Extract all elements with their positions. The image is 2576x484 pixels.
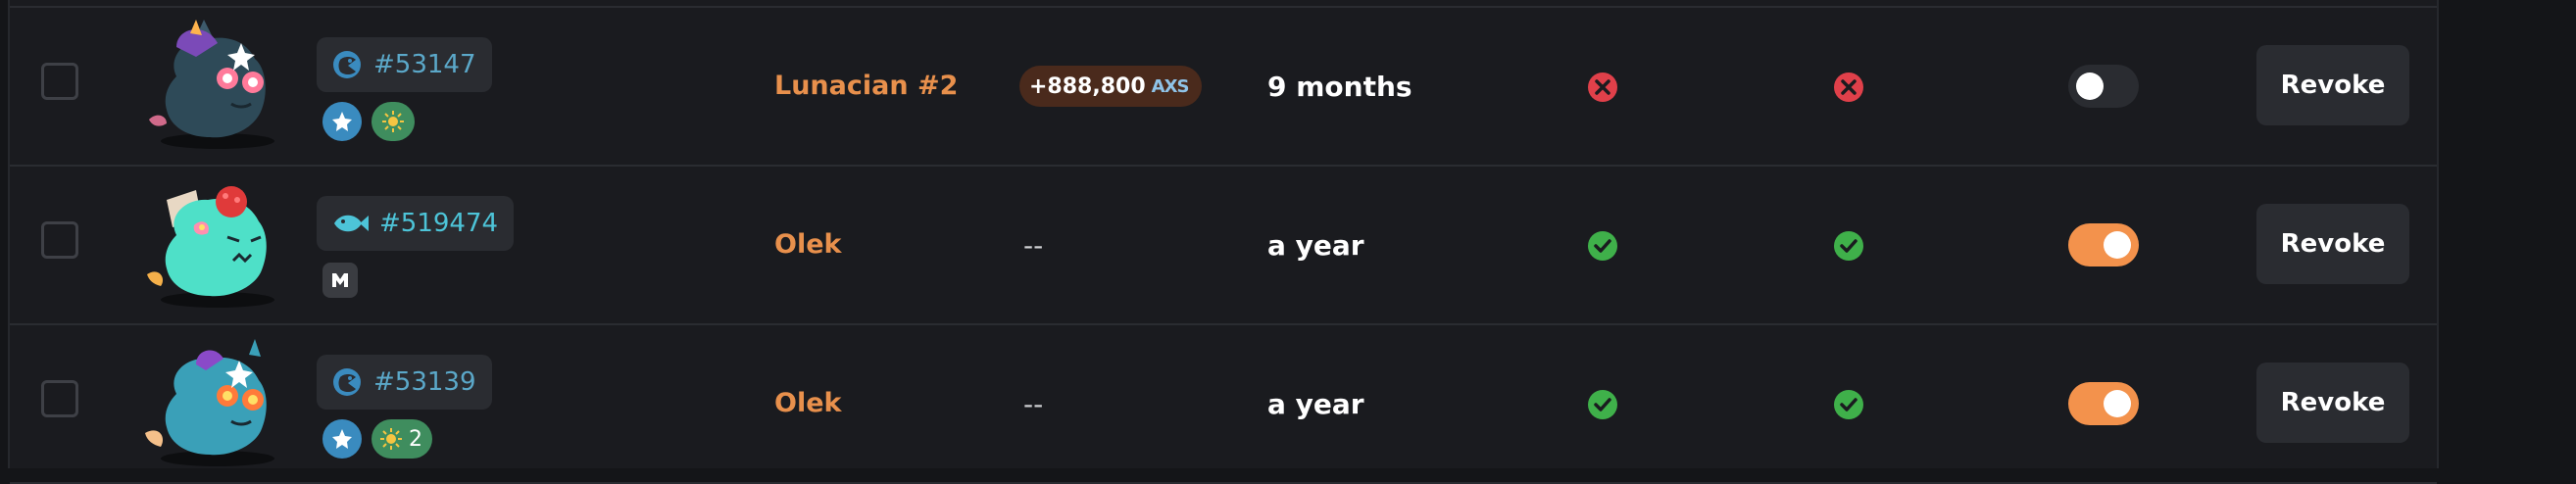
row-select-checkbox[interactable] (41, 221, 78, 259)
duration: a year (1267, 229, 1364, 262)
check-icon (1834, 231, 1863, 261)
toggle-knob (2076, 73, 2104, 100)
cross-icon (1834, 73, 1863, 102)
table-row: #53139 2 Olek -- a year Revoke (10, 325, 2437, 484)
revoke-button[interactable]: Revoke (2256, 45, 2409, 125)
part-badges (322, 102, 415, 141)
toggle-knob (2104, 390, 2131, 417)
reptile-icon (333, 368, 361, 396)
owner-name[interactable]: Olek (774, 229, 841, 260)
check-icon (1588, 390, 1617, 419)
revoke-button[interactable]: Revoke (2256, 204, 2409, 284)
sun-badge (372, 102, 415, 141)
star-badge (322, 102, 362, 141)
cross-icon (1588, 73, 1617, 102)
price-badge: +888,800 AXS (1019, 66, 1203, 107)
mystic-badge (322, 263, 358, 298)
toggle-knob (2104, 231, 2131, 259)
mystic-m-icon (332, 273, 348, 287)
check-icon (1588, 231, 1617, 261)
delegation-toggle[interactable] (2068, 382, 2139, 425)
row-select-checkbox[interactable] (41, 63, 78, 100)
owner-name[interactable]: Olek (774, 388, 841, 418)
badge-count: 2 (409, 426, 422, 452)
check-icon (1834, 390, 1863, 419)
axie-id-pill[interactable]: #53147 (317, 37, 492, 92)
star-icon (332, 112, 352, 131)
axie-id: #53147 (373, 50, 476, 79)
sun-icon (382, 111, 404, 132)
table-row: #53147 Lunacian #2 +888,800 AXS 9 months… (10, 8, 2437, 167)
duration: 9 months (1267, 71, 1412, 103)
part-badges: 2 (322, 419, 432, 459)
revoke-button[interactable]: Revoke (2256, 363, 2409, 443)
price-empty: -- (1023, 388, 1044, 420)
axie-image (145, 339, 274, 466)
delegation-table: #53147 Lunacian #2 +888,800 AXS 9 months… (8, 0, 2439, 484)
axie-id-pill[interactable]: #53139 (317, 355, 492, 410)
row-select-checkbox[interactable] (41, 380, 78, 417)
delegation-toggle[interactable] (2068, 223, 2139, 266)
axie-id: #53139 (373, 367, 476, 397)
axie-image (147, 186, 274, 308)
price-value: +888,800 (1029, 73, 1146, 99)
part-badges (322, 261, 358, 298)
reptile-icon (333, 51, 361, 78)
table-row: #519474 Olek -- a year Revoke (10, 167, 2437, 325)
axie-id-pill[interactable]: #519474 (317, 196, 515, 251)
duration: a year (1267, 388, 1364, 420)
star-icon (332, 429, 352, 449)
sun-badge: 2 (372, 419, 432, 459)
star-badge (322, 419, 362, 459)
delegation-toggle[interactable] (2068, 65, 2139, 108)
axie-image (149, 20, 274, 149)
price-empty: -- (1023, 229, 1044, 262)
owner-name[interactable]: Lunacian #2 (774, 71, 958, 101)
aquatic-fish-icon (334, 215, 369, 232)
axs-token-icon: AXS (1151, 75, 1190, 97)
sun-icon (380, 428, 402, 450)
axie-id: #519474 (379, 209, 499, 238)
